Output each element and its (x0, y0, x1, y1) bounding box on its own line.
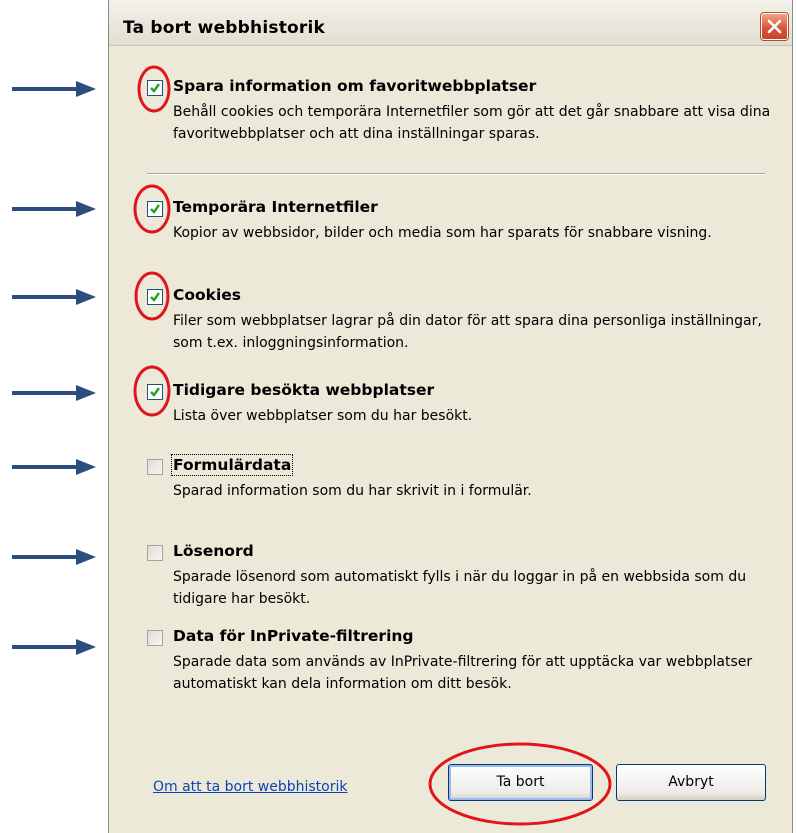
favorites-label[interactable]: Spara information om favoritwebbplatser (173, 77, 536, 95)
favorites-description: Behåll cookies och temporära Internetfil… (173, 104, 771, 142)
separator (147, 173, 765, 175)
favorites-checkbox[interactable] (147, 80, 163, 96)
cancel-button[interactable]: Avbryt (616, 764, 766, 801)
delete-button[interactable]: Ta bort (448, 764, 593, 801)
close-button[interactable] (760, 12, 789, 41)
cookies-checkbox[interactable] (147, 289, 163, 305)
history-label[interactable]: Tidigare besökta webbplatser (173, 381, 434, 399)
temp-files-description: Kopior av webbsidor, bilder och media so… (173, 225, 712, 241)
inprivate-label[interactable]: Data för InPrivate-filtrering (173, 627, 414, 645)
history-checkbox[interactable] (147, 384, 163, 400)
annotation-arrow-2 (12, 201, 96, 217)
temp-files-checkbox[interactable] (147, 201, 163, 217)
inprivate-checkbox[interactable] (147, 630, 163, 646)
annotation-arrow-1 (12, 81, 96, 97)
inprivate-description: Sparade data som används av InPrivate-fi… (173, 654, 753, 692)
history-description: Lista över webbplatser som du har besökt… (173, 408, 473, 424)
annotation-arrow-5 (12, 459, 96, 475)
dialog-titlebar[interactable]: Ta bort webbhistorik (109, 0, 792, 46)
cookies-description: Filer som webbplatser lagrar på din dato… (173, 313, 762, 351)
checkmark-icon (150, 292, 160, 302)
passwords-description: Sparade lösenord som automatiskt fylls i… (173, 569, 747, 607)
annotation-arrow-4 (12, 385, 96, 401)
annotation-arrow-3 (12, 289, 96, 305)
dialog-title: Ta bort webbhistorik (123, 18, 326, 38)
close-icon (767, 19, 782, 34)
form-data-checkbox[interactable] (147, 459, 163, 475)
checkmark-icon (150, 204, 160, 214)
form-data-description: Sparad information som du har skrivit in… (173, 483, 532, 499)
annotation-arrow-7 (12, 639, 96, 655)
delete-history-dialog: Ta bort webbhistorik Spara information o… (108, 0, 793, 833)
checkmark-icon (150, 387, 160, 397)
help-link[interactable]: Om att ta bort webbhistorik (153, 779, 347, 795)
cookies-label[interactable]: Cookies (173, 286, 241, 304)
temp-files-label[interactable]: Temporära Internetfiler (173, 198, 378, 216)
annotation-arrow-6 (12, 549, 96, 565)
form-data-label[interactable]: Formulärdata (170, 454, 294, 476)
passwords-checkbox[interactable] (147, 545, 163, 561)
checkmark-icon (150, 83, 160, 93)
passwords-label[interactable]: Lösenord (173, 542, 254, 560)
